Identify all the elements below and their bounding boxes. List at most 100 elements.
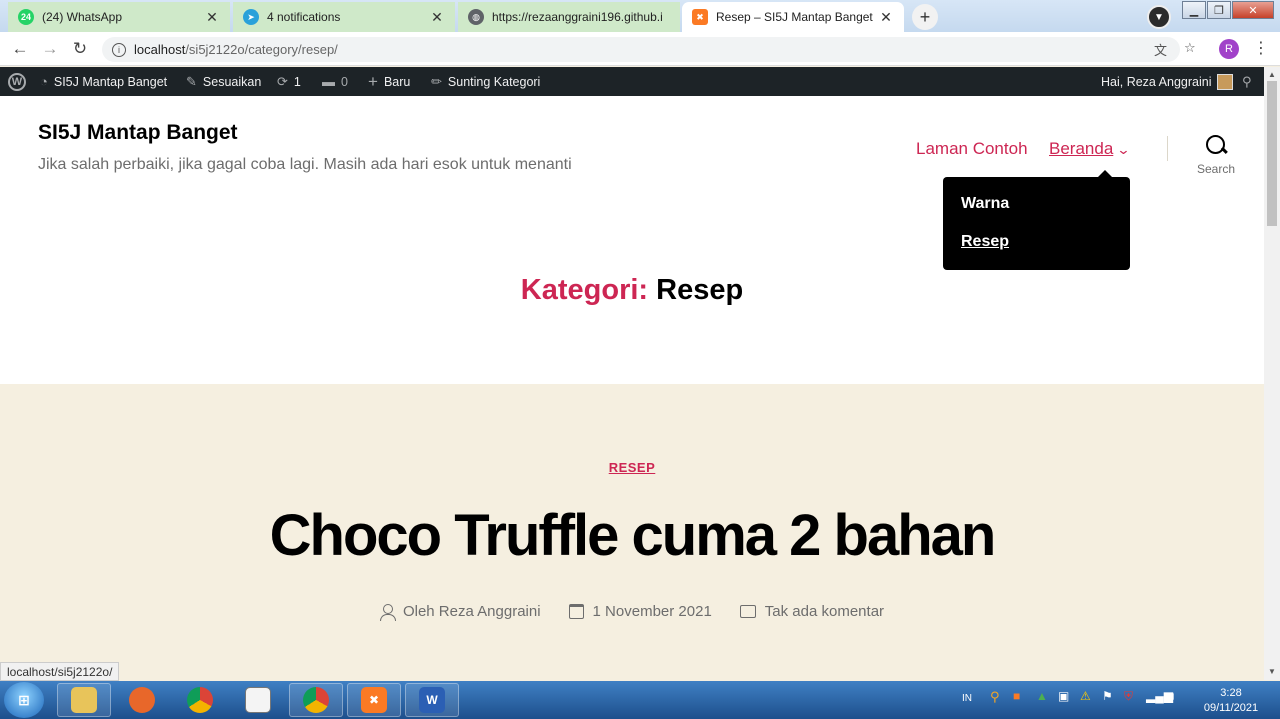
admin-bar-account[interactable]: Hai, Reza Anggraini <box>1101 67 1234 96</box>
taskbar-explorer[interactable] <box>57 683 111 717</box>
post-comments[interactable]: Tak ada komentar <box>739 603 885 620</box>
scroll-thumb[interactable] <box>1267 81 1277 226</box>
taskbar-xampp[interactable]: ✖ <box>347 683 401 717</box>
taskbar-chrome-profile[interactable] <box>289 683 343 717</box>
admin-bar-customize[interactable]: ✎ Sesuaikan <box>186 67 261 96</box>
site-title[interactable]: SI5J Mantap Banget <box>38 121 238 145</box>
greeting-label: Hai, Reza Anggraini <box>1101 74 1212 89</box>
post-date[interactable]: 1 November 2021 <box>568 603 712 620</box>
taskbar-firefox[interactable] <box>115 683 169 717</box>
url-host: localhost <box>134 42 186 57</box>
tab-github[interactable]: ◍ https://rezaanggraini196.github.i <box>458 2 680 32</box>
maximize-button[interactable]: ❐ <box>1207 1 1231 19</box>
back-icon[interactable]: ← <box>8 38 32 60</box>
start-button[interactable]: ⊞ <box>4 682 44 718</box>
archive-name: Resep <box>656 274 744 306</box>
tab-telegram[interactable]: ➤ 4 notifications ✕ <box>233 2 455 32</box>
status-bubble: localhost/si5j2122o/ <box>0 662 120 681</box>
flag-tray-icon[interactable]: ⚑ <box>1102 689 1113 703</box>
tab-title: 4 notifications <box>267 10 341 24</box>
brush-icon: ✎ <box>186 73 197 89</box>
new-tab-button[interactable]: + <box>912 4 938 30</box>
volume-icon[interactable]: 🔈︎ <box>1170 689 1177 704</box>
tab-title: https://rezaanggraini196.github.i <box>492 10 663 24</box>
admin-bar-site-name[interactable]: ◔ SI5J Mantap Banget <box>40 67 167 96</box>
post-author[interactable]: Oleh Reza Anggraini <box>379 603 541 621</box>
menu-item-laman-contoh[interactable]: Laman Contoh <box>916 139 1028 159</box>
edit-category-label: Sunting Kategori <box>447 74 541 89</box>
signal-tray-icon[interactable]: ▂▄▆ <box>1146 689 1173 703</box>
url-path: /si5j2122o/category/resep/ <box>185 42 338 57</box>
folder-icon <box>71 687 97 713</box>
clock-time: 3:28 <box>1220 687 1242 699</box>
device-tray-icon[interactable]: ▣ <box>1058 689 1069 703</box>
comments-label: Tak ada komentar <box>764 603 885 620</box>
scroll-up-icon[interactable]: ▲ <box>1268 70 1276 79</box>
admin-bar-search-icon[interactable]: ⚲ <box>1242 67 1252 96</box>
search-icon <box>1205 134 1227 156</box>
chrome-icon <box>303 687 329 713</box>
profile-avatar[interactable]: R <box>1219 39 1239 59</box>
xampp-icon: ✖ <box>361 687 387 713</box>
pencil-icon: ✏ <box>431 73 442 89</box>
submenu-dropdown: Warna Resep <box>943 170 1130 270</box>
admin-bar-comments[interactable]: ▬ 0 <box>322 67 348 96</box>
calendar-icon <box>568 604 584 619</box>
submenu-item-warna[interactable]: Warna <box>961 195 1009 213</box>
admin-bar-new[interactable]: + Baru <box>368 67 410 96</box>
globe-icon: ◍ <box>468 9 484 25</box>
search-tray-icon[interactable]: ⚲ <box>990 689 1000 705</box>
scroll-down-icon[interactable]: ▼ <box>1268 667 1276 676</box>
tab-resep[interactable]: ✖ Resep – SI5J Mantap Banget ✕ <box>682 2 904 32</box>
clock-date: 09/11/2021 <box>1203 702 1259 714</box>
tab-whatsapp[interactable]: 24 (24) WhatsApp ✕ <box>8 2 230 32</box>
translate-icon[interactable]: 文 <box>1154 40 1167 59</box>
category-link[interactable]: RESEP <box>609 460 656 475</box>
close-icon[interactable]: ✕ <box>204 9 220 26</box>
post-meta: Oleh Reza Anggraini 1 November 2021 Tak … <box>0 603 1264 621</box>
taskbar-notepad[interactable] <box>231 683 285 717</box>
taskbar-chrome[interactable] <box>173 683 227 717</box>
new-label: Baru <box>383 74 411 89</box>
tab-search-icon[interactable]: ▼ <box>1147 5 1171 29</box>
security-tray-icon[interactable]: ⛨ <box>1124 689 1133 704</box>
taskbar-clock[interactable]: 3:28 09/11/2021 <box>1196 686 1266 716</box>
comment-bubble-icon: ▬ <box>322 74 335 89</box>
reload-icon[interactable]: ↻ <box>68 38 92 60</box>
menu-divider <box>1167 136 1168 161</box>
submenu-item-resep[interactable]: Resep <box>961 233 1009 251</box>
minimize-button[interactable]: ▁ <box>1182 1 1206 19</box>
warning-tray-icon[interactable]: ⚠ <box>1080 689 1091 703</box>
wp-logo-menu[interactable]: W <box>8 67 26 96</box>
address-bar[interactable]: i localhost/si5j2122o/category/resep/ <box>102 37 1180 62</box>
post-entry: RESEP Choco Truffle cuma 2 bahan Oleh Re… <box>0 384 1264 680</box>
chevron-down-icon[interactable]: ⌄ <box>1116 142 1130 158</box>
bookmark-star-icon[interactable]: ☆ <box>1184 40 1196 56</box>
word-icon: W <box>419 687 445 713</box>
tab-title: (24) WhatsApp <box>42 10 123 24</box>
whatsapp-icon: 24 <box>18 9 34 25</box>
admin-bar-updates[interactable]: ⟳ 1 <box>277 67 301 96</box>
drive-tray-icon[interactable]: ▲ <box>1036 689 1048 703</box>
site-info-icon[interactable]: i <box>112 42 126 57</box>
forward-icon[interactable]: → <box>38 38 62 60</box>
document-icon <box>245 687 271 713</box>
close-icon[interactable]: ✕ <box>429 9 445 26</box>
date-label: 1 November 2021 <box>592 603 712 620</box>
comment-icon <box>739 605 756 618</box>
taskbar-word[interactable]: W <box>405 683 459 717</box>
menu-item-beranda[interactable]: Beranda <box>1049 139 1113 159</box>
updates-icon: ⟳ <box>277 73 288 89</box>
language-indicator[interactable]: IN <box>962 693 972 704</box>
browser-menu-icon[interactable]: ⋮ <box>1253 38 1269 58</box>
xampp-tray-icon[interactable]: ■ <box>1013 689 1020 703</box>
search-toggle[interactable]: Search <box>1192 134 1240 176</box>
post-title[interactable]: Choco Truffle cuma 2 bahan <box>0 502 1264 569</box>
close-icon[interactable]: ✕ <box>878 9 894 26</box>
close-window-button[interactable]: ✕ <box>1232 1 1274 19</box>
admin-bar-site-label: SI5J Mantap Banget <box>53 74 168 89</box>
browser-tab-strip: 24 (24) WhatsApp ✕ ➤ 4 notifications ✕ ◍… <box>0 0 1280 32</box>
updates-count: 1 <box>293 74 301 89</box>
page-scrollbar[interactable]: ▲ ▼ <box>1264 67 1280 680</box>
admin-bar-edit-category[interactable]: ✏ Sunting Kategori <box>431 67 540 96</box>
